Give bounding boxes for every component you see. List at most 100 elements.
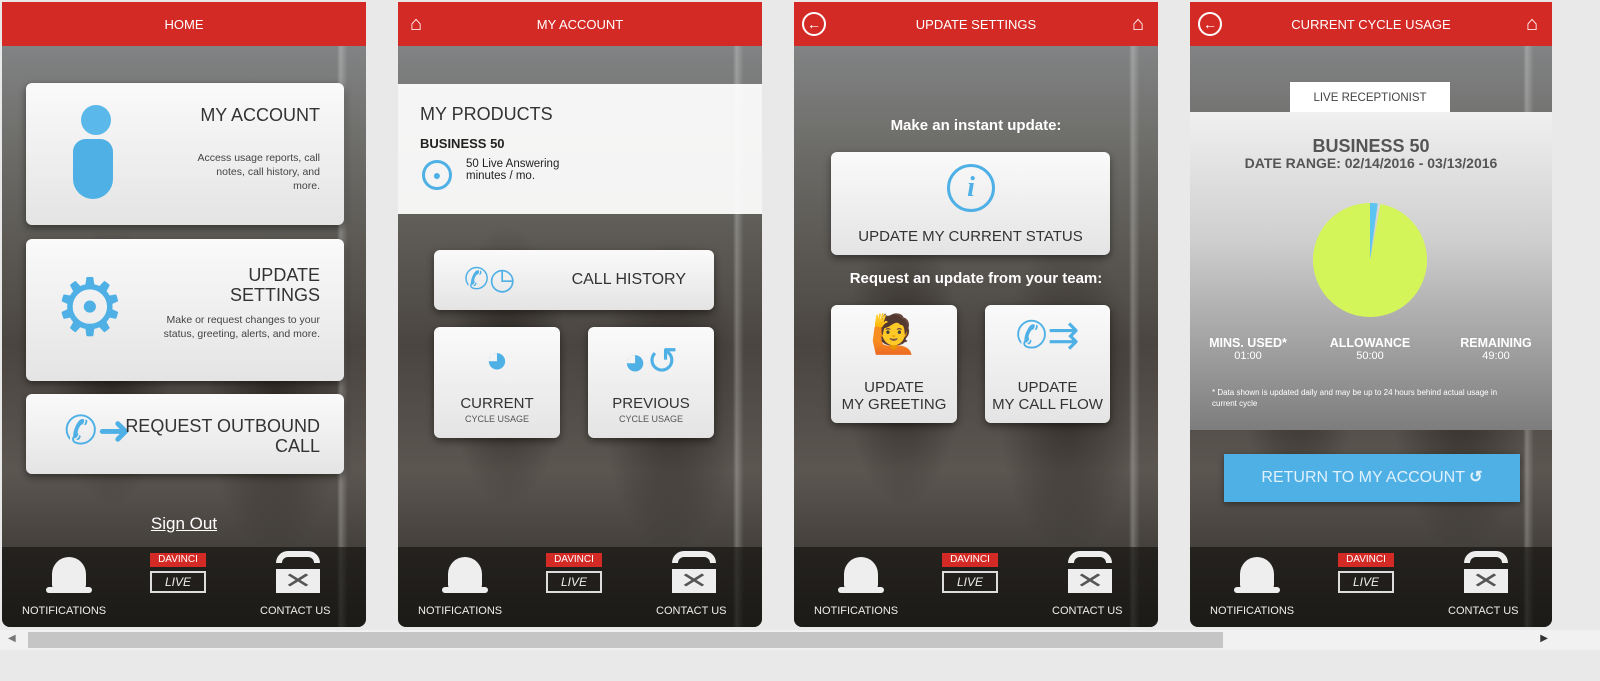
davinci-live-button[interactable]: DAVINCI LIVE <box>1338 553 1394 593</box>
screen-current-cycle-usage: ← CURRENT CYCLE USAGE ⌂ LIVE RECEPTIONIST … <box>1190 2 1552 627</box>
contact-us-label[interactable]: CONTACT US <box>260 605 331 617</box>
card-desc: Make or request changes to your status, … <box>163 314 320 340</box>
bell-icon[interactable] <box>440 553 490 595</box>
contact-us-label[interactable]: CONTACT US <box>656 605 727 617</box>
usage-stat: MINS. USED* 01:00 <box>1190 336 1308 362</box>
davinci-label: DAVINCI <box>1338 553 1394 567</box>
person-icon <box>72 105 113 199</box>
header-title: UPDATE SETTINGS <box>915 16 1037 32</box>
button-sublabel: CYCLE USAGE <box>618 414 684 424</box>
instant-update-heading: Make an instant update: <box>890 117 1062 134</box>
my-account-card[interactable]: MY ACCOUNT Access usage reports, call no… <box>26 83 344 225</box>
davinci-label: DAVINCI <box>150 553 206 567</box>
scrollbar-thumb[interactable] <box>28 632 1223 648</box>
notifications-label[interactable]: NOTIFICATIONS <box>22 605 106 617</box>
request-outbound-call-card[interactable]: ✆➜ REQUEST OUTBOUND CALL <box>26 394 344 474</box>
button-label: UPDATE <box>1017 379 1078 396</box>
usage-pie-chart <box>1313 203 1427 317</box>
live-label: LIVE <box>546 571 602 593</box>
header: ⌂ MY ACCOUNT <box>398 2 762 46</box>
home-icon[interactable]: ⌂ <box>1520 12 1544 36</box>
button-sublabel: CYCLE USAGE <box>464 414 530 424</box>
return-to-my-account-button[interactable]: RETURN TO MY ACCOUNT ↺ <box>1224 454 1520 502</box>
button-label: MY CALL FLOW <box>992 396 1103 413</box>
footnote: * Data shown is updated daily and may be… <box>1212 388 1498 408</box>
button-label: UPDATE MY CURRENT STATUS <box>858 228 1083 245</box>
bell-icon[interactable] <box>1232 553 1282 595</box>
header: ← UPDATE SETTINGS ⌂ <box>794 2 1158 46</box>
bottom-nav: NOTIFICATIONS DAVINCI LIVE CONTACT US <box>1190 547 1552 627</box>
contact-us-label[interactable]: CONTACT US <box>1052 605 1123 617</box>
screen-my-account: ⌂ MY ACCOUNT MY PRODUCTS BUSINESS 50 ● 50… <box>398 2 762 627</box>
screen-update-settings: ← UPDATE SETTINGS ⌂ Make an instant update… <box>794 2 1158 627</box>
header-title: MY ACCOUNT <box>536 16 624 32</box>
contact-mail-icon[interactable] <box>672 551 716 597</box>
phone-clock-icon: ✆◷ <box>464 263 516 296</box>
horizontal-scrollbar[interactable]: ◀ ▶ <box>0 630 1600 650</box>
davinci-label: DAVINCI <box>546 553 602 567</box>
header-title: CURRENT CYCLE USAGE <box>1291 16 1451 32</box>
usage-stat: ALLOWANCE 50:00 <box>1310 336 1430 362</box>
header-title: HOME <box>164 16 204 32</box>
bell-icon[interactable] <box>44 553 94 595</box>
call-history-label: CALL HISTORY <box>571 271 686 288</box>
stat-value: 50:00 <box>1356 350 1384 362</box>
date-range: DATE RANGE: 02/14/2016 - 03/13/2016 <box>1244 155 1498 171</box>
live-answering-icon: ● <box>422 160 452 190</box>
sign-out-link[interactable]: Sign Out <box>2 514 366 534</box>
button-label: UPDATE <box>864 379 924 396</box>
live-label: LIVE <box>150 571 206 593</box>
davinci-label: DAVINCI <box>942 553 998 567</box>
contact-mail-icon[interactable] <box>276 551 320 597</box>
home-icon[interactable]: ⌂ <box>404 12 428 36</box>
card-desc: Access usage reports, call notes, call h… <box>197 152 320 192</box>
usage-stat: REMAINING 49:00 <box>1436 336 1552 362</box>
card-title: MY ACCOUNT <box>200 105 320 125</box>
current-cycle-usage-button[interactable]: ◕ CURRENT CYCLE USAGE <box>434 327 560 438</box>
davinci-live-button[interactable]: DAVINCI LIVE <box>546 553 602 593</box>
request-update-heading: Request an update from your team: <box>849 270 1103 287</box>
stat-label: ALLOWANCE <box>1329 336 1411 350</box>
contact-mail-icon[interactable] <box>1464 551 1508 597</box>
button-label: RETURN TO MY ACCOUNT <box>1261 469 1465 486</box>
davinci-live-button[interactable]: DAVINCI LIVE <box>150 553 206 593</box>
plan-detail: 50 Live Answering minutes / mo. <box>466 158 560 182</box>
back-icon[interactable]: ← <box>802 12 826 36</box>
plan-name: BUSINESS 50 <box>420 136 505 151</box>
notifications-label[interactable]: NOTIFICATIONS <box>418 605 502 617</box>
header: HOME <box>2 2 366 46</box>
stat-value: 49:00 <box>1482 350 1510 362</box>
update-greeting-button[interactable]: 🙋 UPDATE MY GREETING <box>831 305 957 423</box>
call-history-button[interactable]: ✆◷ CALL HISTORY <box>434 250 714 310</box>
stat-label: REMAINING <box>1460 336 1532 350</box>
usage-panel: BUSINESS 50 DATE RANGE: 02/14/2016 - 03/… <box>1190 112 1552 430</box>
update-status-button[interactable]: i UPDATE MY CURRENT STATUS <box>831 152 1110 255</box>
stat-label: MINS. USED* <box>1209 336 1287 350</box>
call-flow-icon: ✆⇉ <box>1015 315 1080 357</box>
card-title: REQUEST OUTBOUND CALL <box>125 416 320 456</box>
scroll-left-icon[interactable]: ◀ <box>8 633 16 644</box>
info-icon: i <box>947 164 995 212</box>
previous-cycle-usage-button[interactable]: ◕↺ PREVIOUS CYCLE USAGE <box>588 327 714 438</box>
button-label: MY GREETING <box>841 396 947 413</box>
update-call-flow-button[interactable]: ✆⇉ UPDATE MY CALL FLOW <box>985 305 1110 423</box>
scroll-right-icon[interactable]: ▶ <box>1540 633 1548 644</box>
live-label: LIVE <box>1338 571 1394 593</box>
davinci-live-button[interactable]: DAVINCI LIVE <box>942 553 998 593</box>
bell-icon[interactable] <box>836 553 886 595</box>
update-settings-card[interactable]: ⚙ UPDATE SETTINGS Make or request change… <box>26 239 344 381</box>
screen-home: HOME MY ACCOUNT Access usage reports, ca… <box>2 2 366 627</box>
notifications-label[interactable]: NOTIFICATIONS <box>814 605 898 617</box>
bottom-nav: NOTIFICATIONS DAVINCI LIVE CONTACT US <box>398 547 762 627</box>
home-icon[interactable]: ⌂ <box>1126 12 1150 36</box>
products-panel: MY PRODUCTS BUSINESS 50 ● 50 Live Answer… <box>398 84 762 214</box>
live-label: LIVE <box>942 571 998 593</box>
notifications-label[interactable]: NOTIFICATIONS <box>1210 605 1294 617</box>
back-icon[interactable]: ← <box>1198 12 1222 36</box>
contact-us-label[interactable]: CONTACT US <box>1448 605 1519 617</box>
live-receptionist-tab[interactable]: LIVE RECEPTIONIST <box>1290 82 1450 112</box>
stat-value: 01:00 <box>1234 350 1262 362</box>
header: ← CURRENT CYCLE USAGE ⌂ <box>1190 2 1552 46</box>
contact-mail-icon[interactable] <box>1068 551 1112 597</box>
card-title: UPDATE SETTINGS <box>229 265 320 305</box>
